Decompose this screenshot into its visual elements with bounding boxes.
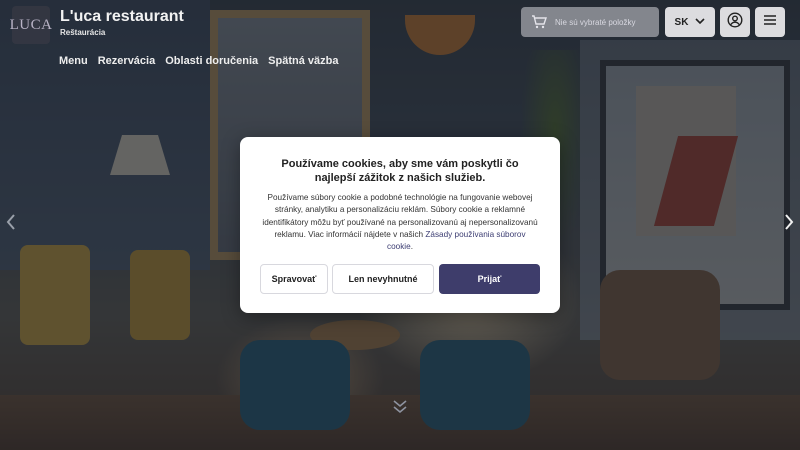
cart-status-text: Nie sú vybraté položky — [555, 17, 636, 27]
cookie-dialog-body: Používame súbory cookie a podobné techno… — [262, 192, 538, 253]
hamburger-menu-button[interactable] — [755, 7, 785, 37]
scroll-down-button[interactable] — [391, 398, 409, 416]
restaurant-name: L'uca restaurant — [60, 8, 184, 25]
nav-item-reservation[interactable]: Rezervácia — [98, 55, 156, 67]
nav-item-feedback[interactable]: Spätná väzba — [268, 55, 338, 67]
site-header: LUCA L'uca restaurant Reštaurácia Menu R… — [0, 0, 800, 80]
user-icon — [727, 11, 743, 33]
carousel-next-button[interactable] — [781, 213, 797, 235]
chevron-right-icon — [784, 213, 794, 235]
cookie-consent-dialog: Používame cookies, aby sme vám poskytli … — [240, 137, 560, 313]
restaurant-type: Reštaurácia — [60, 28, 106, 37]
chevron-down-icon — [695, 17, 706, 28]
necessary-only-button[interactable]: Len nevyhnutné — [332, 264, 434, 294]
nav-item-menu[interactable]: Menu — [59, 55, 88, 67]
cookie-dialog-title: Používame cookies, aby sme vám poskytli … — [281, 158, 519, 184]
cart-icon — [531, 15, 547, 29]
restaurant-logo[interactable]: LUCA — [9, 6, 53, 44]
chevron-left-icon — [6, 213, 16, 235]
account-button[interactable] — [720, 7, 750, 37]
cart-button[interactable]: Nie sú vybraté položky — [521, 7, 659, 37]
logo-text: LUCA — [9, 16, 53, 33]
double-chevron-down-icon — [391, 400, 409, 420]
cookie-dialog-text-end: . — [410, 242, 413, 252]
hamburger-icon — [763, 13, 777, 31]
manage-cookies-button[interactable]: Spravovať — [260, 264, 328, 294]
accept-cookies-button[interactable]: Prijať — [439, 264, 540, 294]
language-select[interactable]: SK — [665, 7, 715, 37]
nav-item-delivery-areas[interactable]: Oblasti doručenia — [165, 55, 258, 67]
language-value: SK — [674, 16, 689, 28]
main-nav: Menu Rezervácia Oblasti doručenia Spätná… — [59, 55, 338, 67]
carousel-prev-button[interactable] — [3, 213, 19, 235]
